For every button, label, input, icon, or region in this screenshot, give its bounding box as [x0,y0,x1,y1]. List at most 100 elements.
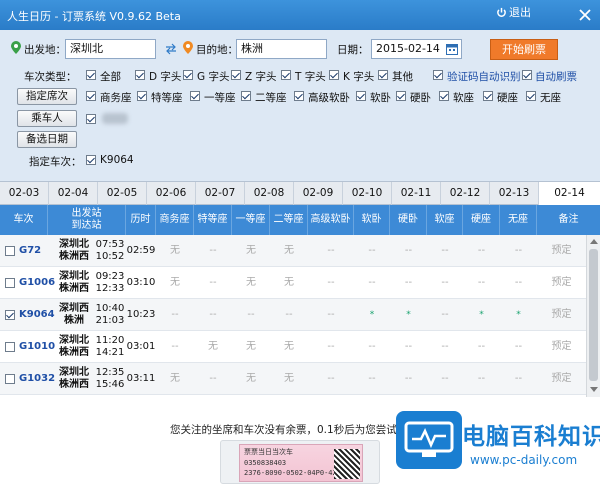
passenger-checkbox[interactable] [86,114,96,124]
seat-edz-cell: -- [285,309,293,320]
close-icon[interactable] [578,8,592,22]
auto-refresh-label: 自动刷票 [535,71,577,83]
book-button[interactable]: 预定 [537,235,586,267]
table-row[interactable]: G1006 深圳北 株洲西 09:23 12:33 03:10 无 -- 无无 -- -- -- -- -… [0,267,586,299]
seat-ydz-cell: -- [247,309,255,320]
seat-wz-cell: * [516,310,521,320]
train-type-d-checkbox[interactable] [135,70,145,80]
row-checkbox[interactable] [5,246,15,256]
seat-rz-label: 软座 [453,92,474,104]
date-tab[interactable]: 02-04 [49,182,98,205]
book-button[interactable]: 预定 [537,331,586,363]
seat-swz-cell: 无 [170,277,180,288]
scroll-down-icon[interactable] [590,387,598,392]
seat-ydz-label: 一等座 [204,92,236,104]
train-no-checkbox[interactable] [86,155,96,165]
seat-gjrw-label: 高级软卧 [308,92,350,104]
train-no-label: 指定车次： [29,156,82,168]
train-number-link[interactable]: G1006 [19,267,55,299]
table-row[interactable]: G1010 深圳北 株洲西 11:20 14:21 03:01 -- 无无无 -- -- -- -- -… [0,331,586,363]
swap-icon[interactable] [165,43,177,55]
scroll-thumb[interactable] [589,249,598,381]
app-window: 人生日历 - 订票系统 V0.9.62 Beta 退出 出发地： 深圳北 目的地… [0,0,600,488]
table-scrollbar[interactable] [586,235,600,397]
book-button[interactable]: 预定 [537,363,586,395]
seat-tdz-checkbox[interactable] [137,91,147,101]
header-train: 车次 [0,205,48,235]
seat-rw-cell: -- [368,245,376,256]
seat-rz-checkbox[interactable] [439,91,449,101]
depart-time: 11:20 [95,335,125,346]
date-tab[interactable]: 02-11 [392,182,441,205]
seat-wz-checkbox[interactable] [526,91,536,101]
to-station-input[interactable]: 株洲 [236,39,327,59]
time-cell: 11:20 14:21 [94,331,126,363]
duration-cell: 03:11 [126,373,156,384]
train-type-t-checkbox[interactable] [281,70,291,80]
train-type-z-checkbox[interactable] [231,70,241,80]
time-cell: 09:23 12:33 [94,267,126,299]
seat-yz-checkbox[interactable] [483,91,493,101]
window-title: 人生日历 - 订票系统 V0.9.62 Beta [7,10,181,23]
duration-cell: 02:59 [126,245,156,256]
date-tab[interactable]: 02-12 [441,182,490,205]
date-tab-active[interactable]: 02-14 [539,182,600,205]
seat-gjrw-checkbox[interactable] [294,91,304,101]
header-ydz: 一等座 [232,205,270,235]
backup-date-button[interactable]: 备选日期 [17,131,77,148]
seat-ydz-cell: 无 [246,277,256,288]
seat-yz-cell: -- [477,245,486,256]
train-number-link[interactable]: G1010 [19,331,55,363]
table-row[interactable]: G1032 深圳北 株洲西 12:35 15:46 03:11 无 -- 无无 -- -- -- -- -… [0,363,586,395]
seat-ydz-checkbox[interactable] [190,91,200,101]
seat-rz-cell: -- [441,277,449,288]
train-type-other-checkbox[interactable] [378,70,388,80]
to-station: 株洲 [64,315,84,326]
date-tab[interactable]: 02-13 [490,182,539,205]
train-number-link[interactable]: G1032 [19,363,55,395]
seat-yw-checkbox[interactable] [396,91,406,101]
seat-ydz-cell: 无 [246,245,256,256]
scroll-up-icon[interactable] [590,239,598,244]
train-type-g-checkbox[interactable] [183,70,193,80]
captcha-auto-checkbox[interactable] [433,70,443,80]
seat-rw-checkbox[interactable] [356,91,366,101]
book-button[interactable]: 预定 [537,267,586,299]
seat-swz-label: 商务座 [100,92,132,104]
row-checkbox[interactable] [5,278,15,288]
header-rw: 软卧 [354,205,390,235]
date-tab[interactable]: 02-08 [245,182,294,205]
book-button[interactable]: 预定 [537,299,586,331]
logout-button[interactable]: 退出 [496,4,544,24]
table-row[interactable]: K9064 深圳西 株洲 10:40 21:03 10:23 -- -- -- -- -- * * -- *… [0,299,586,331]
date-input[interactable]: 2015-02-14 [371,39,462,59]
seat-select-button[interactable]: 指定席次 [17,88,77,105]
calendar-icon[interactable] [446,43,458,55]
train-number-link[interactable]: G72 [19,235,51,267]
seat-wz-cell: -- [514,277,523,288]
from-station-input[interactable]: 深圳北 [65,39,156,59]
train-type-k-checkbox[interactable] [329,70,339,80]
date-tab[interactable]: 02-10 [343,182,392,205]
date-tab[interactable]: 02-09 [294,182,343,205]
auto-refresh-checkbox[interactable] [522,70,532,80]
seat-edz-checkbox[interactable] [241,91,251,101]
date-tab[interactable]: 02-05 [98,182,147,205]
table-row[interactable]: G72 深圳北 株洲西 07:53 10:52 02:59 无 -- 无无 -- -- -- -- -- -… [0,235,586,267]
from-station: 深圳北 [59,239,89,250]
date-tab[interactable]: 02-07 [196,182,245,205]
date-tab[interactable]: 02-06 [147,182,196,205]
row-checkbox[interactable] [5,342,15,352]
train-type-t-label: T 字头 [295,71,326,83]
seat-swz-checkbox[interactable] [86,91,96,101]
passenger-button[interactable]: 乘车人 [17,110,77,127]
location-pin-orange-icon [183,41,193,54]
start-refresh-button[interactable]: 开始刷票 [490,39,558,60]
seat-yw-cell: -- [404,341,413,352]
date-tab[interactable]: 02-03 [0,182,49,205]
seat-yw-cell: -- [404,277,413,288]
row-checkbox[interactable] [5,310,15,320]
train-type-all-checkbox[interactable] [86,70,96,80]
train-number-link[interactable]: K9064 [19,299,55,331]
row-checkbox[interactable] [5,374,15,384]
